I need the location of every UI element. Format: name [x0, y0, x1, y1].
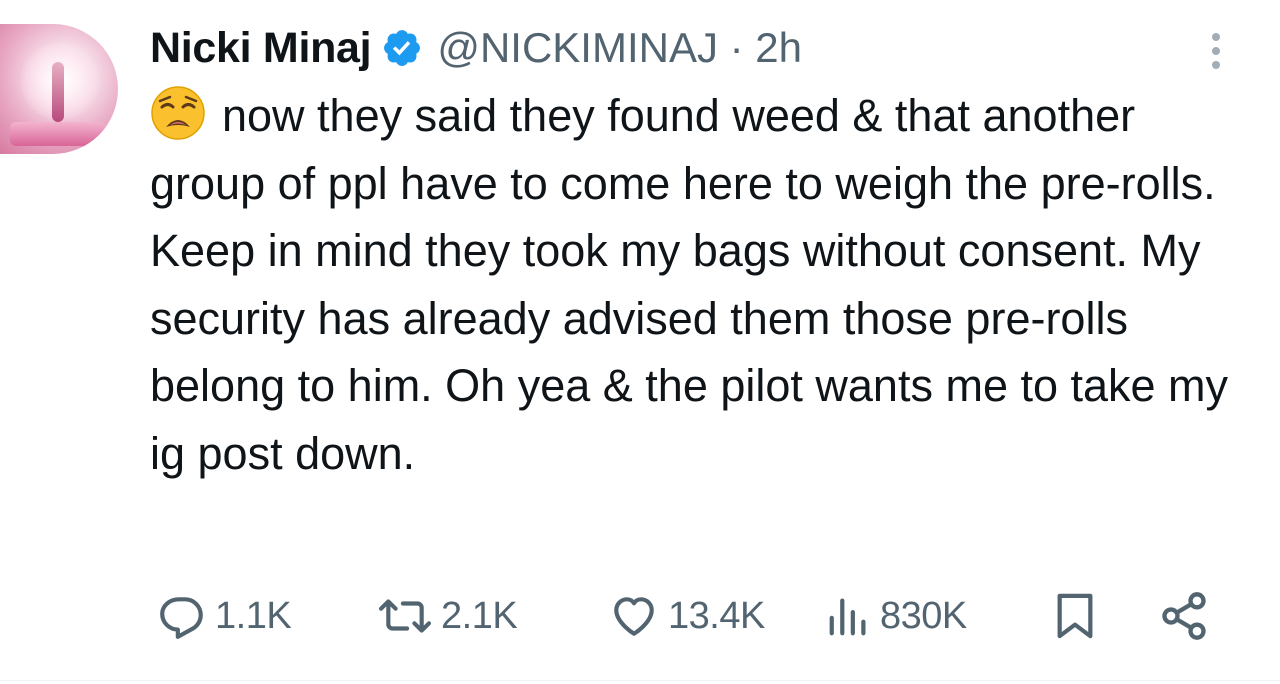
reply-button[interactable]: 1.1K [157, 586, 292, 646]
avatar[interactable] [0, 24, 118, 154]
divider [0, 680, 1280, 681]
weary-face-icon [151, 86, 205, 140]
views-count: 830K [880, 594, 967, 637]
share-button[interactable] [1158, 586, 1210, 646]
tweet-header: Nicki Minaj @NICKIMINAJ · 2h [150, 18, 802, 78]
verified-badge-icon [384, 30, 421, 66]
repost-count: 2.1K [441, 594, 518, 637]
views-icon [829, 598, 866, 636]
like-button[interactable]: 13.4K [608, 586, 765, 646]
heart-icon [614, 597, 654, 636]
tweet[interactable]: Nicki Minaj @NICKIMINAJ · 2h now they sa… [0, 0, 1280, 684]
views-button[interactable]: 830K [826, 586, 967, 646]
action-bar: 1.1K 2.1K 13.4K 830K [0, 586, 1280, 646]
repost-icon [378, 599, 432, 633]
bookmark-button[interactable] [1052, 586, 1098, 646]
handle-and-time[interactable]: @NICKIMINAJ · 2h [437, 24, 802, 72]
author-name[interactable]: Nicki Minaj [150, 24, 372, 73]
more-options-icon[interactable] [1207, 30, 1225, 72]
repost-button[interactable]: 2.1K [377, 586, 518, 646]
tweet-text: now they said they found weed & that ano… [150, 90, 1229, 479]
share-icon [1162, 592, 1206, 640]
avatar-bench [10, 122, 106, 146]
reply-count: 1.1K [215, 594, 292, 637]
tweet-text-block: now they said they found weed & that ano… [150, 82, 1230, 487]
avatar-figure [52, 62, 64, 122]
bookmark-icon [1057, 593, 1093, 639]
reply-icon [160, 597, 203, 639]
like-count: 13.4K [668, 594, 765, 637]
